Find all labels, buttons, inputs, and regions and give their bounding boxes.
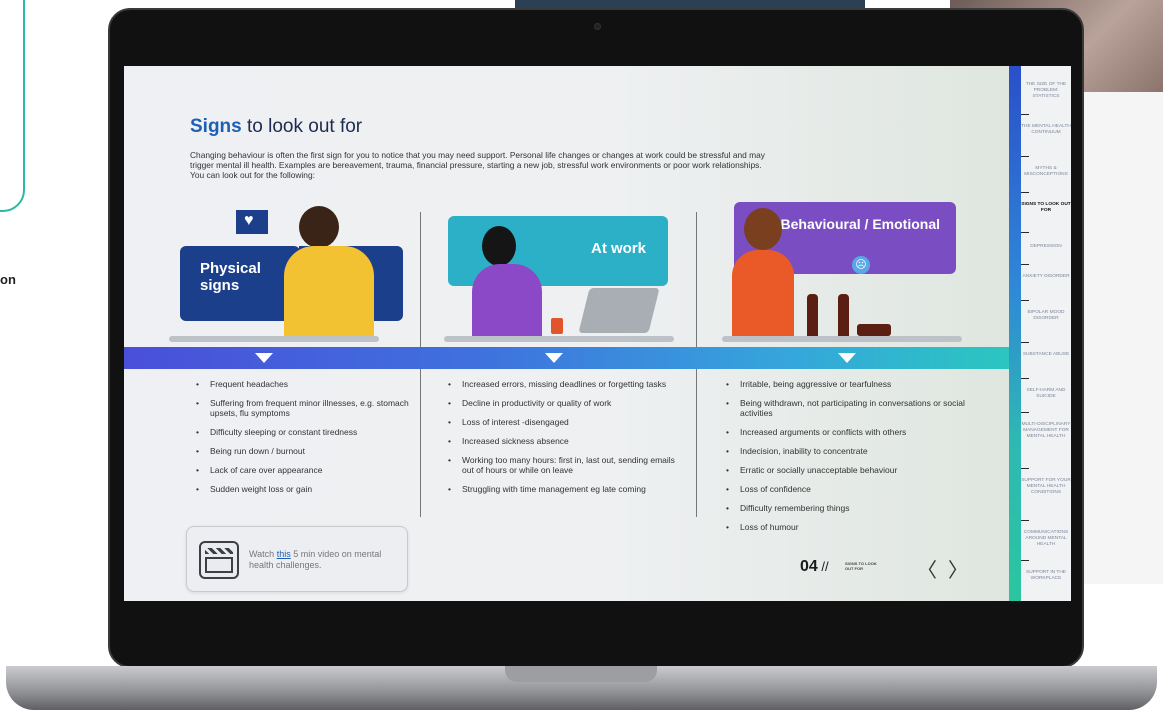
sidebar-tick — [1021, 560, 1029, 561]
sidebar-item-support-conditions[interactable]: SUPPORT FOR YOUR MENTAL HEALTH CONDITION… — [1021, 478, 1071, 496]
list-item: Frequent headaches — [196, 379, 411, 389]
list-item: Loss of humour — [726, 522, 966, 532]
person-head — [744, 208, 782, 250]
list-item: Increased arguments or conflicts with ot… — [726, 427, 966, 437]
sidebar-item-myths[interactable]: MYTHS & MISCONCEPTIONS — [1021, 166, 1071, 178]
sidebar-tick — [1021, 378, 1029, 379]
sidebar-tick — [1021, 232, 1029, 233]
sidebar-item-signs[interactable]: SIGNS TO LOOK OUT FOR — [1021, 202, 1071, 214]
section-band — [124, 347, 1009, 369]
list-item: Loss of confidence — [726, 484, 966, 494]
next-page-button[interactable]: 〉 — [948, 554, 968, 583]
person-body — [284, 246, 374, 341]
sidebar-tick — [1021, 264, 1029, 265]
sidebar-item-statistics[interactable]: THE SIZE OF THE PROBLEM: STATISTICS — [1021, 82, 1071, 100]
work-illustration: At work — [444, 206, 694, 344]
physical-signs-list: Frequent headaches Suffering from freque… — [196, 379, 411, 503]
behavioural-illustration: Behavioural / Emotional ☹ — [722, 202, 962, 344]
laptop-icon — [578, 288, 660, 333]
laptop-screen: Signs to look out for Changing behaviour… — [124, 66, 1071, 601]
list-item: Irritable, being aggressive or tearfulne… — [726, 379, 966, 389]
video-text: Watch this 5 min video on mental health … — [249, 549, 382, 570]
list-item: Lack of care over appearance — [196, 465, 411, 475]
sidebar-tick — [1021, 468, 1029, 469]
list-item: Difficulty sleeping or constant tirednes… — [196, 427, 411, 437]
slide: Signs to look out for Changing behaviour… — [124, 66, 1009, 601]
desk — [169, 336, 379, 342]
list-item: Erratic or socially unacceptable behavio… — [726, 465, 966, 475]
list-item: Being run down / burnout — [196, 446, 411, 456]
list-item: Suffering from frequent minor illnesses,… — [196, 398, 411, 418]
desk — [444, 336, 674, 342]
sidebar-item-bipolar[interactable]: BIPOLAR MOOD DISORDER — [1021, 310, 1071, 322]
background-partial-label: on — [0, 272, 16, 287]
camera-icon — [594, 23, 601, 30]
list-item: Sudden weight loss or gain — [196, 484, 411, 494]
arrow-down-icon — [545, 353, 563, 363]
sidebar-item-continuum[interactable]: THE MENTAL HEALTH CONTINUUM — [1021, 124, 1071, 136]
sidebar-item-communications[interactable]: COMMUNICATIONS AROUND MENTAL HEALTH — [1021, 530, 1071, 548]
sidebar-item-workplace-support[interactable]: SUPPORT IN THE WORKPLACE — [1021, 570, 1071, 582]
slide-intro: Changing behaviour is often the first si… — [190, 150, 765, 180]
page-section-label: SIGNS TO LOOK OUT FOR — [845, 561, 877, 571]
laptop-frame: Signs to look out for Changing behaviour… — [108, 8, 1084, 668]
sad-face-icon: ☹ — [852, 256, 870, 274]
sidebar-item-self-harm[interactable]: SELF-HARM AND SUICIDE — [1021, 388, 1071, 400]
list-item: Indecision, inability to concentrate — [726, 446, 966, 456]
list-item: Loss of interest -disengaged — [448, 417, 680, 427]
sidebar-item-depression[interactable]: DEPRESSION — [1021, 244, 1071, 250]
list-item: Struggling with time management eg late … — [448, 484, 680, 494]
list-item: Being withdrawn, not participating in co… — [726, 398, 966, 418]
prev-page-button[interactable]: 〈 — [917, 554, 937, 583]
background-card-outline — [0, 0, 25, 212]
physical-signs-label: Physical signs — [180, 246, 300, 321]
sidebar-item-anxiety[interactable]: ANXIETY DISORDER — [1021, 274, 1071, 280]
speech-bubble-icon: ♥ — [236, 210, 268, 234]
slide-title: Signs to look out for — [190, 116, 363, 137]
person-head — [299, 206, 339, 248]
laptop-base-notch — [505, 666, 657, 682]
list-item: Decline in productivity or quality of wo… — [448, 398, 680, 408]
sidebar-tick — [1021, 156, 1029, 157]
work-signs-list: Increased errors, missing deadlines or f… — [448, 379, 680, 503]
person-head — [482, 226, 516, 266]
sidebar-color-strip — [1009, 66, 1021, 601]
broken-heart-icon: ♥ — [244, 212, 254, 229]
bottle-icon — [838, 294, 849, 338]
sidebar-item-substance-abuse[interactable]: SUBSTANCE ABUSE — [1021, 352, 1071, 358]
clapperboard-icon — [199, 541, 239, 579]
sidebar-tick — [1021, 412, 1029, 413]
person-body — [732, 250, 794, 342]
list-item: Increased sickness absence — [448, 436, 680, 446]
sidebar-item-management[interactable]: MULTI-DISCIPLINARY MANAGEMENT FOR MENTAL… — [1021, 422, 1071, 440]
sidebar-tick — [1021, 192, 1029, 193]
person-body — [472, 264, 542, 342]
video-card[interactable]: Watch this 5 min video on mental health … — [186, 526, 408, 592]
sidebar-tick — [1021, 114, 1029, 115]
arrow-down-icon — [255, 353, 273, 363]
background-panel — [1080, 92, 1163, 584]
physical-illustration: ♥ Physical signs — [169, 206, 404, 344]
desk — [722, 336, 962, 342]
bottle-icon — [807, 294, 818, 338]
page-number: 04 // — [800, 558, 829, 575]
sidebar-tick — [1021, 342, 1029, 343]
behavioural-signs-list: Irritable, being aggressive or tearfulne… — [726, 379, 966, 541]
sidebar-tick — [1021, 300, 1029, 301]
list-item: Difficulty remembering things — [726, 503, 966, 513]
bottle-icon — [857, 324, 891, 336]
video-link[interactable]: this — [277, 549, 291, 559]
mug-icon — [551, 318, 563, 334]
background-photo-top — [515, 0, 865, 8]
list-item: Increased errors, missing deadlines or f… — [448, 379, 680, 389]
sidebar-tick — [1021, 520, 1029, 521]
arrow-down-icon — [838, 353, 856, 363]
list-item: Working too many hours: first in, last o… — [448, 455, 680, 475]
